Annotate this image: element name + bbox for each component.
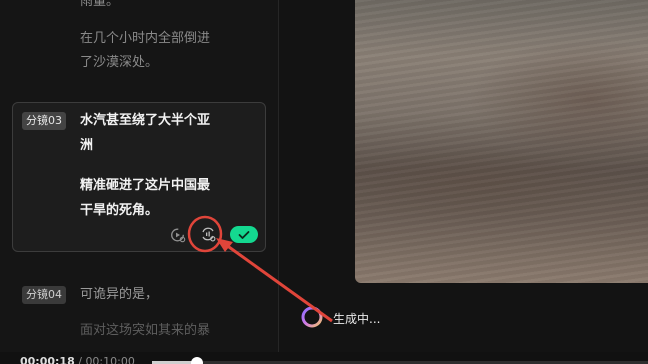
segment-02-line-2: 了沙漠深处。 [80, 55, 159, 70]
current-time: 00:00:18 [20, 355, 75, 364]
segment-04-line-1: 可诡异的是， [80, 287, 159, 302]
segment-04-line-2: 面对这场突如其来的暴 [80, 323, 211, 338]
segment-03-line-1: 水汽甚至绕了大半个亚 [80, 113, 211, 128]
loading-spinner-icon [301, 306, 323, 328]
time-display: 00:00:18 / 00:10:00 [20, 355, 135, 364]
play-voice-icon[interactable] [170, 227, 186, 243]
segment-04-tag: 分镜04 [22, 286, 66, 304]
playback-bar: 00:00:18 / 00:10:00 [0, 352, 648, 364]
panel-divider [278, 0, 279, 352]
segment-02-text-partial: 雨量。 [80, 0, 120, 9]
segment-03-tag: 分镜03 [22, 112, 66, 130]
total-time: 00:10:00 [85, 355, 135, 364]
progress-handle[interactable] [191, 357, 203, 364]
check-icon [238, 230, 250, 239]
video-preview [355, 0, 648, 283]
segment-03-line-4: 干旱的死角。 [80, 203, 159, 218]
segment-03-line-3: 精准砸进了这片中国最 [80, 178, 211, 193]
confirm-button[interactable] [230, 226, 258, 243]
segment-03-card[interactable]: 分镜03 水汽甚至绕了大半个亚 洲 精准砸进了这片中国最 干旱的死角。 [12, 102, 266, 252]
segment-list: 雨量。 在几个小时内全部倒进 了沙漠深处。 分镜03 水汽甚至绕了大半个亚 洲 … [0, 0, 278, 352]
time-separator: / [74, 355, 86, 364]
segment-03-line-2: 洲 [80, 138, 94, 153]
regenerate-voice-icon[interactable] [200, 226, 216, 242]
generating-status: 生成中... [333, 312, 381, 326]
